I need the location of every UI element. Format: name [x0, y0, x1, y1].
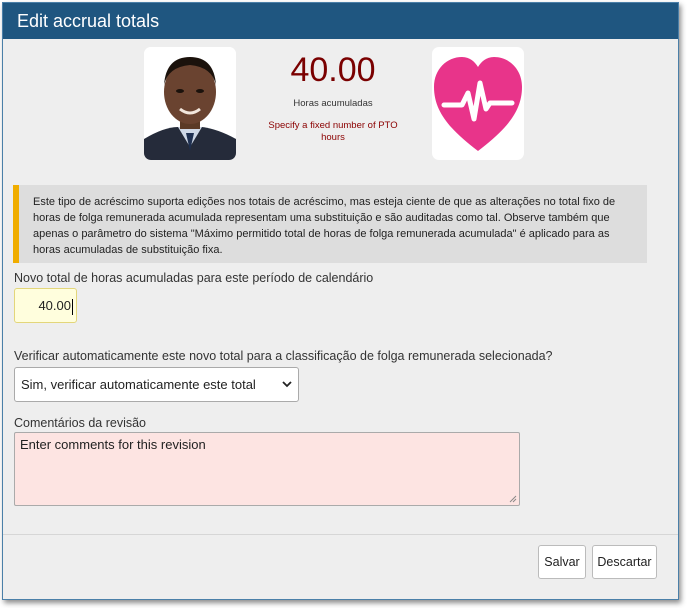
substitution-warning: Este tipo de acréscimo suporta edições n…	[13, 185, 647, 263]
chevron-down-icon	[282, 381, 292, 388]
employee-photo	[144, 47, 236, 160]
save-button[interactable]: Salvar	[538, 545, 586, 579]
accrued-total-value: 40.00	[290, 51, 376, 89]
comments-textarea[interactable]: Enter comments for this revision	[14, 432, 520, 506]
verify-label: Verificar automaticamente este novo tota…	[14, 349, 553, 363]
heart-pulse-icon	[432, 47, 524, 160]
pto-hint: Specify a fixed number of PTO hours	[268, 120, 398, 143]
edit-accrual-dialog: Edit accrual totals 40.00 Horas acumulad…	[2, 2, 679, 600]
text-caret	[72, 298, 73, 315]
hours-label: Novo total de horas acumuladas para este…	[14, 271, 374, 285]
footer-divider	[3, 534, 678, 535]
comments-label: Comentários da revisão	[14, 416, 147, 430]
verify-selected-option: Sim, verificar automaticamente este tota…	[21, 377, 256, 392]
hours-input-value: 40.00	[38, 298, 71, 313]
accrued-total-caption: Horas acumuladas	[293, 98, 373, 109]
dialog-title: Edit accrual totals	[3, 3, 678, 39]
verify-select[interactable]: Sim, verificar automaticamente este tota…	[14, 367, 299, 402]
resize-grip-icon[interactable]	[509, 495, 517, 503]
hours-input[interactable]: 40.00	[14, 288, 77, 323]
comments-placeholder: Enter comments for this revision	[20, 437, 206, 452]
discard-button[interactable]: Descartar	[592, 545, 657, 579]
